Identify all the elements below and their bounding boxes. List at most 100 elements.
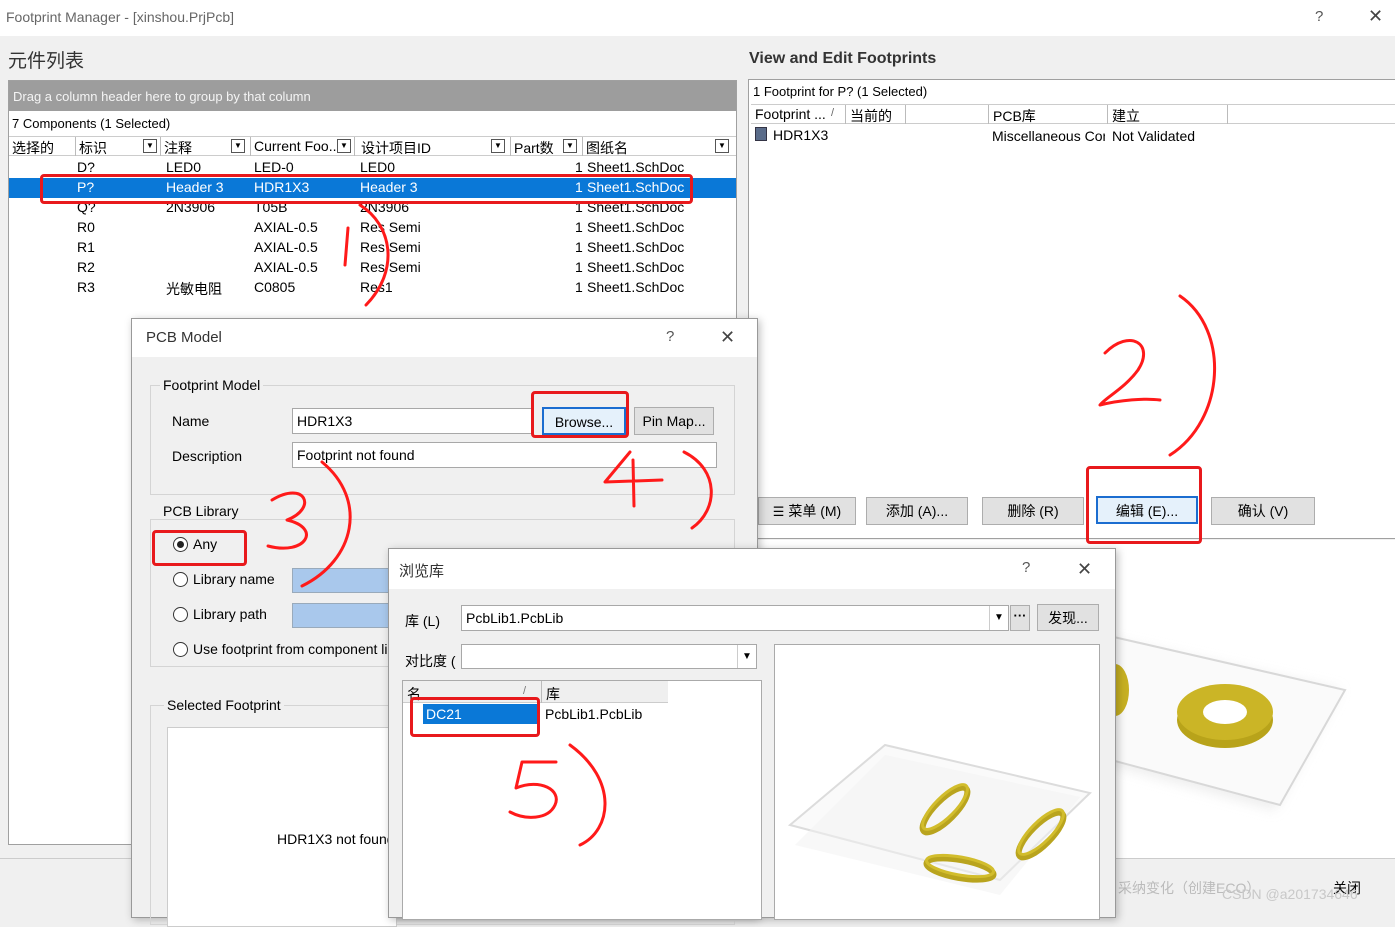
col-selected[interactable]: 选择的 [9,137,76,156]
cell-sheet: Sheet1.SchDoc [587,159,685,175]
cell-footprint: AXIAL-0.5 [254,259,318,275]
menu-icon: ☰ [772,504,785,519]
menu-button[interactable]: ☰ 菜单 (M) [758,497,856,525]
column-divider [541,681,542,703]
col-design-id[interactable]: 设计项目ID [358,137,511,156]
cell-part-count: 1 [575,239,583,255]
filter-dropdown-icon[interactable]: ▼ [563,139,577,153]
highlight-dc21-item [410,697,540,737]
close-icon[interactable]: ✕ [1368,6,1383,27]
cell-comment: LED0 [166,159,202,175]
cell-designator: D? [77,159,95,175]
footprint-name[interactable]: HDR1X3 [773,127,828,143]
filter-dropdown-icon[interactable]: ▼ [143,139,157,153]
footprint-status: Not Validated [1112,128,1196,144]
cell-designator: R3 [77,279,95,295]
cell-sheet: Sheet1.SchDoc [587,219,685,235]
cell-footprint: LED-0 [254,159,294,175]
add-button[interactable]: 添加 (A)... [866,497,968,525]
cell-sheet: Sheet1.SchDoc [587,279,685,295]
highlight-edit-button [1086,466,1202,544]
cell-part-count: 1 [575,219,583,235]
library-name-input[interactable] [292,568,402,593]
cell-sheet: Sheet1.SchDoc [587,239,685,255]
group-by-bar[interactable]: Drag a column header here to group by th… [9,81,736,111]
cell-design-id: LED0 [360,159,396,175]
help-icon[interactable]: ? [1022,559,1030,576]
title-bar: Footprint Manager - [xinshou.PrjPcb] ? ✕ [0,0,1395,36]
footprint-not-found-text: HDR1X3 not found [277,831,395,847]
cell-designator: R1 [77,239,95,255]
cell-footprint: C0805 [254,279,296,295]
library-path-input[interactable] [292,603,402,628]
close-icon[interactable]: ✕ [1077,559,1092,580]
cell-design-id: Res Semi [360,219,421,235]
library-path-radio[interactable] [173,607,188,622]
chevron-down-icon[interactable]: ▼ [989,606,1008,630]
find-button[interactable]: 发现... [1037,604,1099,631]
filter-dropdown-icon[interactable]: ▼ [337,139,351,153]
component-library-radio[interactable] [173,642,188,657]
browse-ellipsis-button[interactable]: ··· [1010,605,1030,631]
cell-footprint: AXIAL-0.5 [254,219,318,235]
cell-part-count: 1 [575,259,583,275]
library-label: 库 (L) [405,613,440,629]
confirm-button[interactable]: 确认 (V) [1211,497,1315,525]
filter-dropdown-icon[interactable]: ▼ [491,139,505,153]
help-icon[interactable]: ? [1315,8,1323,25]
cell-part-count: 1 [575,159,583,175]
pcb-model-title: PCB Model [146,329,222,346]
highlight-selected-row [40,174,693,204]
library-name-radio[interactable] [173,572,188,587]
cell-design-id: Res Semi [360,239,421,255]
result-item-library: PcbLib1.PcbLib [545,706,643,722]
close-icon[interactable]: ✕ [720,327,735,348]
sort-icon: / [831,107,835,119]
table-row[interactable]: R1 AXIAL-0.5 Res Semi 1 Sheet1.SchDoc [9,238,736,258]
cell-footprint: AXIAL-0.5 [254,239,318,255]
selected-footprint-preview [167,727,397,927]
cell-part-count: 1 [575,279,583,295]
mask-select[interactable] [461,644,757,669]
browse-3d-preview[interactable] [774,644,1100,920]
highlight-browse-button [531,391,629,438]
footprint-model-label: Footprint Model [160,377,264,393]
description-input[interactable]: Footprint not found [292,442,717,468]
table-row[interactable]: R3 光敏电阻 C0805 Res1 1 Sheet1.SchDoc [9,278,736,298]
col-library[interactable]: 库 [546,684,560,704]
footprints-panel: 1 Footprint for P? (1 Selected) Footprin… [748,79,1395,539]
selected-footprint-label: Selected Footprint [164,697,284,713]
library-path-label: Library path [193,606,267,622]
cell-design-id: Res1 [360,279,393,295]
footprint-count: 1 Footprint for P? (1 Selected) [753,84,928,99]
footprints-header: Footprint ... / 当前的 PCB库 建立 [751,104,1395,124]
window-title: Footprint Manager - [xinshou.PrjPcb] [6,9,234,25]
library-select[interactable]: PcbLib1.PcbLib [461,605,1009,631]
chevron-down-icon[interactable]: ▼ [737,645,756,668]
col-current[interactable]: 当前的 [846,105,906,124]
footprint-model-group [150,385,735,495]
col-status[interactable]: 建立 [1108,105,1228,124]
browse-library-titlebar: 浏览库 ? ✕ [389,549,1115,589]
mask-label: 对比度 ( [405,653,456,669]
help-icon[interactable]: ? [666,328,674,345]
pin-map-button[interactable]: Pin Map... [634,407,714,435]
table-row[interactable]: R0 AXIAL-0.5 Res Semi 1 Sheet1.SchDoc [9,218,736,238]
footprint-library: Miscellaneous Conn [992,128,1105,144]
name-label: Name [172,413,210,429]
browse-library-title: 浏览库 [399,563,445,580]
filter-dropdown-icon[interactable]: ▼ [231,139,245,153]
delete-button[interactable]: 删除 (R) [982,497,1084,525]
pcb-library-label: PCB Library [160,503,242,519]
cell-designator: R2 [77,259,95,275]
col-sheet-name[interactable]: 图纸名 [583,137,736,156]
name-input[interactable]: HDR1X3 [292,408,532,434]
watermark: CSDN @a201734646 [1222,886,1358,902]
highlight-any-option [152,530,247,566]
pcb-model-titlebar: PCB Model ? ✕ [132,319,757,357]
cell-sheet: Sheet1.SchDoc [587,259,685,275]
footprint-icon [755,127,767,141]
col-pcb-library[interactable]: PCB库 [988,105,1108,124]
table-row[interactable]: R2 AXIAL-0.5 Res Semi 1 Sheet1.SchDoc [9,258,736,278]
filter-dropdown-icon[interactable]: ▼ [715,139,729,153]
